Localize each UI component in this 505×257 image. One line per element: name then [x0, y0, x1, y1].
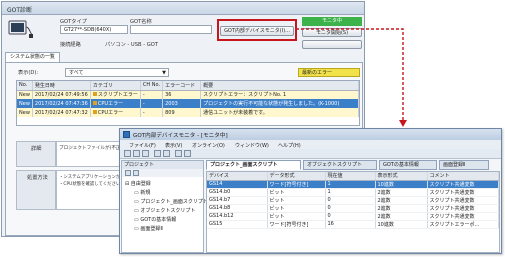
- table-row[interactable]: GS14.b12 ビット 0 2進数 スクリプト共通変数: [207, 212, 499, 221]
- cell: 2進数: [375, 204, 428, 213]
- col-current-value: 現在値: [325, 172, 376, 181]
- col-data-format: データ形式: [267, 172, 326, 181]
- monitor-stop-icon[interactable]: [163, 150, 170, 157]
- device-monitor-window: GOT内部デバイスモニタ - [モニタ中] ファイル(F) 表示(V) オンライ…: [119, 128, 502, 254]
- menu-view[interactable]: 表示(V): [165, 142, 182, 149]
- tab-project-screen-script[interactable]: プロジェクト_画面スクリプト: [206, 160, 301, 170]
- project-panel: プロジェクト ⊟ 自由登録 ▭ 新規 ▭ プロジェクト_画面スクリプト ▭ オブ…: [121, 160, 208, 253]
- cell: スクリプト共通変数: [427, 212, 499, 221]
- cell: 2進数: [375, 212, 428, 221]
- cell: スクリプト共通変数: [427, 196, 499, 205]
- save-icon[interactable]: [142, 150, 149, 157]
- cell: 1: [325, 180, 376, 189]
- cell: GS15: [207, 220, 268, 229]
- project-toolbar: [122, 169, 203, 177]
- folder-icon[interactable]: [125, 169, 131, 176]
- cell: ビット: [267, 188, 326, 197]
- cell: ビット: [267, 212, 326, 221]
- cell: 10進数: [375, 180, 428, 189]
- menu-bar: ファイル(F) 表示(V) オンライン(O) ウィンドウ(W) ヘルプ(H): [120, 140, 501, 149]
- table-header-row: デバイス データ形式 現在値 表示形式 コメント: [207, 172, 499, 181]
- table-row[interactable]: GS14.b7 ビット 0 2進数 スクリプト共通変数: [207, 196, 499, 205]
- cell: スクリプト共通変数: [427, 204, 499, 213]
- menu-window[interactable]: ウィンドウ(W): [235, 142, 269, 149]
- monitor-tabs: プロジェクト_画面スクリプト オブジェクトスクリプト GOTの基本情報 画面登録…: [206, 160, 500, 170]
- add-icon[interactable]: [133, 169, 139, 176]
- app-icon: [123, 131, 130, 138]
- table-row[interactable]: GS14.b8 ビット 0 2進数 スクリプト共通変数: [207, 204, 499, 213]
- cell: ビット: [267, 204, 326, 213]
- tree-root[interactable]: ⊟ 自由登録: [125, 180, 151, 187]
- cell: ワード[符号付き]: [267, 180, 326, 189]
- tree-item[interactable]: ▭ プロジェクト_画面スクリプト: [134, 198, 208, 205]
- menu-file[interactable]: ファイル(F): [129, 142, 156, 149]
- cell: ワード[符号付き]: [267, 220, 326, 229]
- table-row[interactable]: GS15 ワード[符号付き] 16 10進数 スクリプトエラーポ...: [207, 220, 499, 229]
- tab-object-script[interactable]: オブジェクトスクリプト: [303, 160, 377, 170]
- tree-item[interactable]: ▭ 新規: [134, 189, 150, 196]
- tree-item[interactable]: ▭ オブジェクトスクリプト: [134, 207, 195, 214]
- cell: 1: [325, 188, 376, 197]
- cell: ビット: [267, 196, 326, 205]
- col-device: デバイス: [207, 172, 268, 181]
- cell: GS14.b12: [207, 212, 268, 221]
- cell: 16: [325, 220, 376, 229]
- add-device-icon[interactable]: [175, 150, 182, 157]
- menu-help[interactable]: ヘルプ(H): [278, 142, 301, 149]
- menu-online[interactable]: オンライン(O): [192, 142, 225, 149]
- cell: 2進数: [375, 196, 428, 205]
- cell: GS14.b0: [207, 188, 268, 197]
- cell: GS14.b7: [207, 196, 268, 205]
- cell: スクリプトエラーポ...: [427, 220, 499, 229]
- device-table: デバイス データ形式 現在値 表示形式 コメント GS14 ワード[符号付き] …: [206, 171, 500, 253]
- cell: スクリプト共通変数: [427, 180, 499, 189]
- cell: GS14.b8: [207, 204, 268, 213]
- col-comment: コメント: [427, 172, 499, 181]
- monitor-title-bar: GOT内部デバイスモニタ - [モニタ中]: [120, 129, 501, 140]
- monitor-start-icon[interactable]: [154, 150, 161, 157]
- delete-device-icon[interactable]: [184, 150, 191, 157]
- col-display-format: 表示形式: [375, 172, 428, 181]
- monitor-title: GOT内部デバイスモニタ - [モニタ中]: [133, 133, 228, 139]
- cell: 0: [325, 212, 376, 221]
- tree-item[interactable]: ▭ 画面登録Ⅱ: [134, 225, 163, 232]
- toolbar: [120, 149, 501, 159]
- tab-screen-registration[interactable]: 画面登録Ⅱ: [439, 160, 489, 170]
- cell: 0: [325, 204, 376, 213]
- cell: 0: [325, 196, 376, 205]
- tree-item[interactable]: ▭ GOTの基本情報: [134, 216, 176, 223]
- open-icon[interactable]: [133, 150, 140, 157]
- project-panel-title: プロジェクト: [122, 161, 203, 169]
- cell: 2進数: [375, 188, 428, 197]
- table-row-selected[interactable]: GS14 ワード[符号付き] 1 10進数 スクリプト共通変数: [207, 180, 499, 189]
- new-icon[interactable]: [124, 150, 131, 157]
- cell: GS14: [207, 180, 268, 189]
- cell: 10進数: [375, 220, 428, 229]
- tab-got-basic-info[interactable]: GOTの基本情報: [379, 160, 437, 170]
- cell: スクリプト共通変数: [427, 188, 499, 197]
- table-row[interactable]: GS14.b0 ビット 1 2進数 スクリプト共通変数: [207, 188, 499, 197]
